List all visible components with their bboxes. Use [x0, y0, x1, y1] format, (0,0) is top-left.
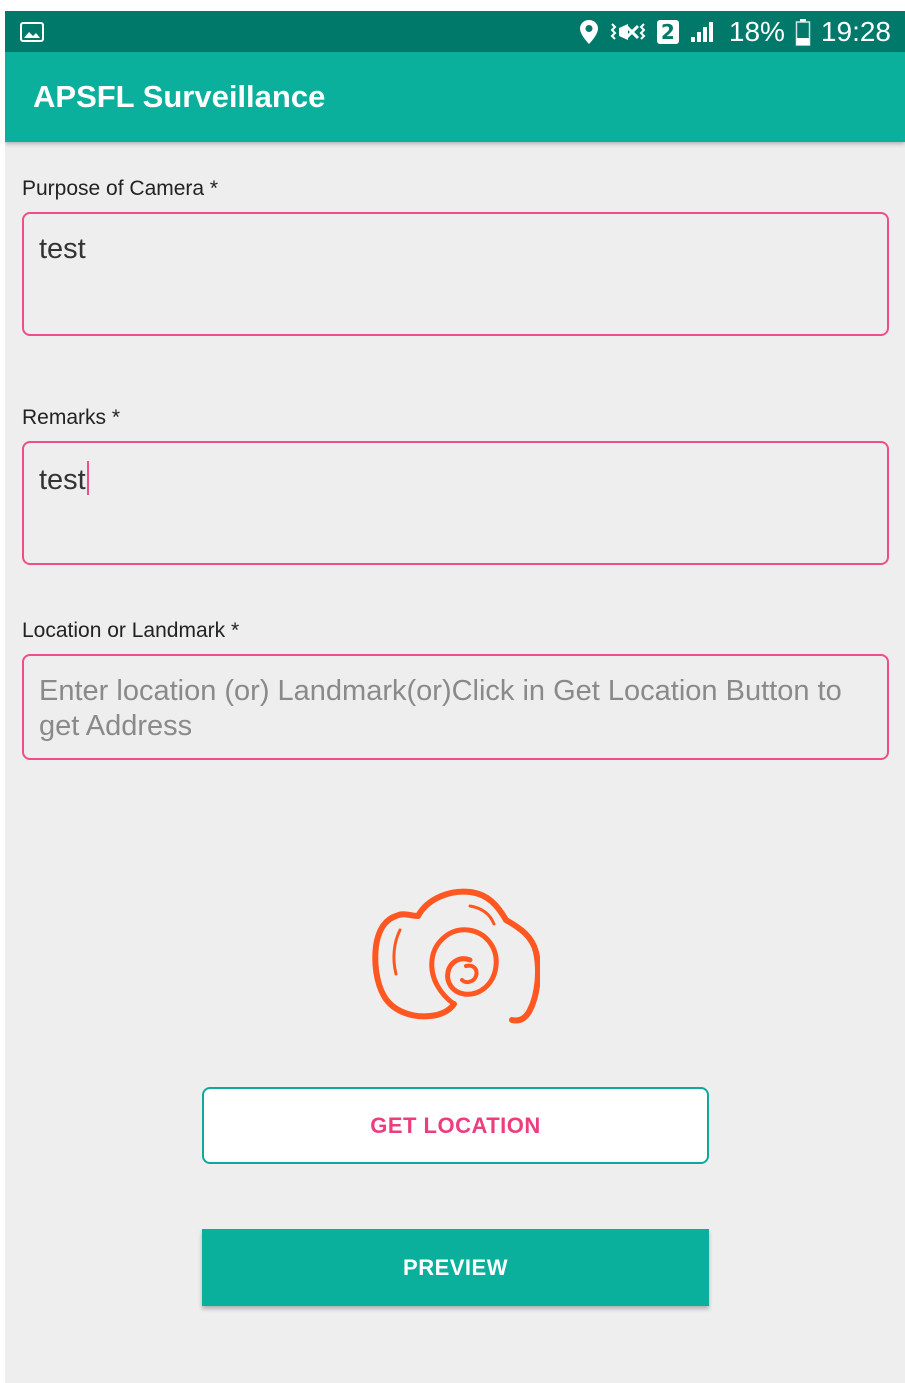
app-title: APSFL Surveillance	[33, 79, 326, 114]
purpose-value: test	[39, 233, 86, 265]
clock: 19:28	[820, 15, 891, 47]
app-screen: 2 18% 19:28 APSFL Surveillance Purpose o…	[5, 11, 905, 1383]
purpose-label: Purpose of Camera *	[22, 177, 219, 200]
remarks-field[interactable]: test	[22, 441, 889, 565]
status-bar: 2 18% 19:28	[5, 11, 905, 52]
location-placeholder: Enter location (or) Landmark(or)Click in…	[39, 675, 842, 742]
purpose-field[interactable]: test	[22, 212, 889, 336]
remarks-value: test	[39, 464, 86, 496]
vibrate-icon	[610, 22, 646, 40]
remarks-label: Remarks *	[22, 406, 121, 429]
gallery-icon	[20, 22, 44, 42]
battery-icon	[795, 18, 811, 46]
location-label: Location or Landmark *	[22, 619, 240, 642]
text-cursor	[86, 461, 89, 495]
get-location-button[interactable]: GET LOCATION	[202, 1087, 709, 1164]
app-bar: APSFL Surveillance	[5, 52, 905, 142]
location-pin-icon	[579, 19, 598, 44]
battery-percent: 18%	[728, 15, 785, 47]
status-indicators: 2 18% 19:28	[579, 11, 891, 52]
location-field[interactable]: Enter location (or) Landmark(or)Click in…	[22, 654, 889, 760]
camera-icon[interactable]	[370, 886, 540, 1026]
signal-icon	[690, 21, 713, 42]
preview-button[interactable]: PREVIEW	[202, 1229, 709, 1306]
sim-2-icon: 2	[656, 19, 679, 44]
